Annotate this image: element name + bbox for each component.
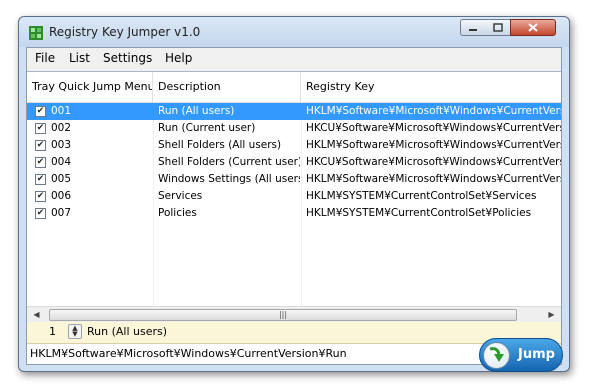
row-registry-key: HKLM¥Software¥Microsoft¥Windows¥CurrentV… <box>306 105 561 117</box>
nav-description: Run (All users) <box>87 325 168 338</box>
maximize-icon <box>492 23 503 32</box>
row-description: Windows Settings (All users) <box>158 173 300 185</box>
close-icon <box>528 23 538 32</box>
row-description: Policies <box>158 207 197 219</box>
maximize-button[interactable] <box>485 19 511 36</box>
row-checkbox[interactable]: ✔ <box>35 191 46 202</box>
row-registry-key: HKLM¥SYSTEM¥CurrentControlSet¥Services <box>306 190 537 202</box>
table-row[interactable]: ✔ 006 Services HKLM¥SYSTEM¥CurrentControlSe… <box>27 188 561 205</box>
row-registry-key: HKCU¥Software¥Microsoft¥Windows¥CurrentV… <box>306 156 561 168</box>
client-area: File List Settings Help Tray Quick Jump … <box>26 47 563 372</box>
quick-nav-bar: 1 ▲ ▼ Run (All users) <box>27 322 561 344</box>
spin-down-icon[interactable]: ▼ <box>69 331 81 338</box>
row-registry-key: HKLM¥SYSTEM¥CurrentControlSet¥Policies <box>306 207 532 219</box>
row-id: 002 <box>51 122 72 134</box>
status-path: HKLM¥Software¥Microsoft¥Windows¥CurrentV… <box>30 347 347 360</box>
minimize-icon <box>469 28 477 31</box>
row-checkbox[interactable]: ✔ <box>35 174 46 185</box>
close-button[interactable] <box>510 19 556 36</box>
table-row[interactable]: ✔ 003 Shell Folders (All users) HKLM¥Softwa… <box>27 137 561 154</box>
app-icon <box>29 26 43 40</box>
jump-list[interactable]: Tray Quick Jump Menu Description Registr… <box>27 71 561 323</box>
row-id: 007 <box>51 207 72 219</box>
row-id: 004 <box>51 156 72 168</box>
scroll-thumb[interactable]: ||| <box>49 309 517 321</box>
window-title: Registry Key Jumper v1.0 <box>49 25 201 39</box>
row-registry-key: HKCU¥Software¥Microsoft¥Windows¥CurrentV… <box>306 122 561 134</box>
column-header-tray-menu[interactable]: Tray Quick Jump Menu <box>27 72 153 102</box>
row-registry-key: HKLM¥Software¥Microsoft¥Windows¥CurrentV… <box>306 173 561 185</box>
row-description: Run (All users) <box>158 105 235 117</box>
table-row[interactable]: ✔ 005 Windows Settings (All users) HKLM¥Sof… <box>27 171 561 188</box>
scroll-left-icon[interactable]: ◀ <box>29 307 44 322</box>
menu-help[interactable]: Help <box>165 51 192 65</box>
jump-button[interactable]: Jump <box>479 338 563 372</box>
row-checkbox[interactable]: ✔ <box>35 208 46 219</box>
app-window: Registry Key Jumper v1.0 File List Setti… <box>18 16 570 372</box>
nav-spinner[interactable]: ▲ ▼ <box>68 324 82 339</box>
menu-bar: File List Settings Help <box>27 48 561 69</box>
horizontal-scrollbar[interactable]: ◀ ||| ▶ <box>27 306 561 322</box>
jump-label: Jump <box>518 347 555 362</box>
row-description: Shell Folders (All users) <box>158 139 282 151</box>
menu-file[interactable]: File <box>35 51 55 65</box>
row-id: 006 <box>51 190 72 202</box>
row-checkbox[interactable]: ✔ <box>35 106 46 117</box>
title-bar[interactable]: Registry Key Jumper v1.0 <box>19 17 569 47</box>
table-row[interactable]: ✔ 002 Run (Current user) HKCU¥Software¥Micr… <box>27 120 561 137</box>
jump-arrow-icon <box>483 342 510 369</box>
column-header-registry-key[interactable]: Registry Key <box>301 72 561 102</box>
row-checkbox[interactable]: ✔ <box>35 157 46 168</box>
row-id: 001 <box>51 105 72 117</box>
table-row[interactable]: ✔ 001 Run (All users) HKLM¥Software¥Microso… <box>27 103 561 120</box>
menu-list[interactable]: List <box>69 51 90 65</box>
scroll-right-icon[interactable]: ▶ <box>544 307 559 322</box>
column-header-description[interactable]: Description <box>153 72 301 102</box>
row-description: Shell Folders (Current user) <box>158 156 300 168</box>
list-header: Tray Quick Jump Menu Description Registr… <box>27 72 561 103</box>
row-checkbox[interactable]: ✔ <box>35 123 46 134</box>
table-row[interactable]: ✔ 004 Shell Folders (Current user) HKCU¥Sof… <box>27 154 561 171</box>
minimize-button[interactable] <box>460 19 486 36</box>
table-row[interactable]: ✔ 007 Policies HKLM¥SYSTEM¥CurrentControlSe… <box>27 205 561 222</box>
row-registry-key: HKLM¥Software¥Microsoft¥Windows¥CurrentV… <box>306 139 561 151</box>
row-description: Services <box>158 190 203 202</box>
row-id: 005 <box>51 173 72 185</box>
nav-number: 1 <box>49 325 56 338</box>
row-description: Run (Current user) <box>158 122 256 134</box>
row-checkbox[interactable]: ✔ <box>35 140 46 151</box>
row-id: 003 <box>51 139 72 151</box>
menu-settings[interactable]: Settings <box>103 51 152 65</box>
